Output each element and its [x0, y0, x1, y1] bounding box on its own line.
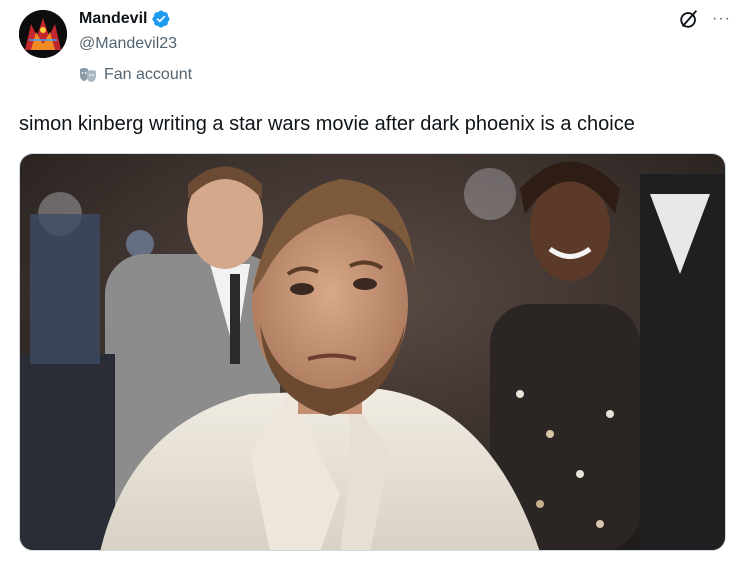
media-image: [20, 154, 725, 550]
author-handle[interactable]: @Mandevil23: [79, 34, 177, 54]
tweet-media[interactable]: [19, 153, 726, 551]
affiliation-label: Fan account: [104, 66, 193, 83]
more-icon[interactable]: ···: [712, 8, 731, 30]
author-display-name[interactable]: Mandevil: [79, 9, 147, 29]
avatar[interactable]: [19, 10, 67, 58]
masks-icon: [80, 68, 96, 82]
tweet-text: simon kinberg writing a star wars movie …: [19, 113, 635, 135]
verified-badge-icon: [152, 10, 171, 28]
grok-icon[interactable]: [678, 8, 700, 30]
